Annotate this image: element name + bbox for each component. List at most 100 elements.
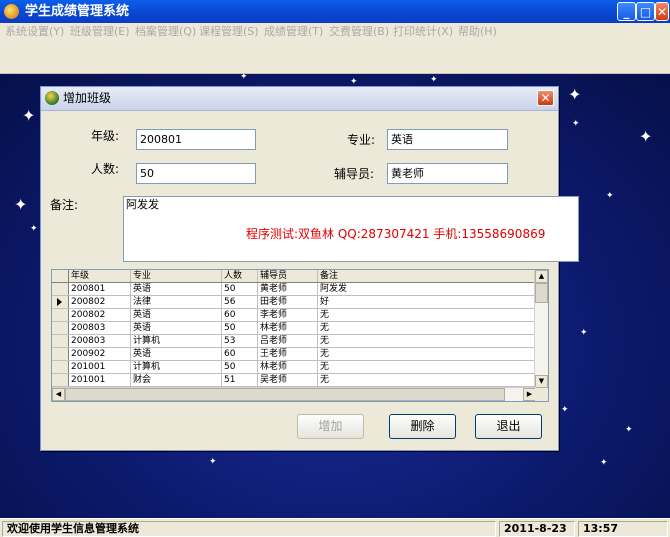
menu-help[interactable]: 帮助(H) [458, 24, 497, 40]
major-label: 专业: [347, 133, 376, 147]
menu-fee-management[interactable]: 交费管理(B) [329, 24, 389, 40]
star-icon: ✦ [625, 425, 633, 435]
status-date: 2011-8-23 [499, 521, 575, 537]
cell-major: 英语 [131, 309, 222, 321]
table-row[interactable]: 201001 财会 51 吴老师 无 [52, 374, 536, 387]
row-indicator [52, 374, 69, 386]
cell-grade: 200802 [69, 309, 131, 321]
cell-grade: 200803 [69, 322, 131, 334]
star-icon: ✦ [572, 119, 580, 129]
star-icon: ✦ [639, 127, 653, 146]
cell-count: 50 [222, 322, 258, 334]
cell-tutor: 王老师 [258, 348, 318, 360]
cell-major: 计算机 [131, 361, 222, 373]
add-button[interactable]: 增加 [297, 414, 364, 439]
tutor-field[interactable]: 黄老师 [387, 163, 508, 184]
scroll-up-icon[interactable]: ▲ [535, 270, 548, 283]
cell-note: 无 [320, 336, 330, 346]
grid-vertical-scrollbar[interactable]: ▲ ▼ [534, 270, 548, 388]
cell-note: 无 [320, 362, 330, 372]
table-row[interactable]: 200902 英语 60 王老师 无 [52, 348, 536, 361]
cell-tutor: 吕老师 [258, 335, 318, 347]
row-indicator [52, 335, 69, 347]
note-textarea[interactable]: 阿发发 程序测试:双鱼林 QQ:287307421 手机:13558690869 [123, 196, 579, 262]
status-time: 13:57 [578, 521, 668, 537]
cell-grade: 200803 [69, 335, 131, 347]
program-test-note: 程序测试:双鱼林 QQ:287307421 手机:13558690869 [246, 227, 546, 241]
scroll-left-icon[interactable]: ◀ [52, 388, 65, 401]
column-header-count[interactable]: 人数 [222, 270, 258, 282]
maximize-button[interactable]: □ [636, 2, 655, 21]
scrollbar-corner [535, 388, 548, 401]
cell-count: 60 [222, 348, 258, 360]
table-row[interactable]: 200802 英语 60 李老师 无 [52, 309, 536, 322]
cell-grade: 200801 [69, 283, 131, 295]
row-indicator [52, 270, 69, 282]
scroll-down-icon[interactable]: ▼ [535, 375, 548, 388]
grid-horizontal-scrollbar[interactable]: ◀ ▶ [52, 387, 536, 401]
star-icon: ✦ [606, 191, 614, 201]
grade-label: 年级: [91, 129, 120, 143]
cell-grade: 200802 [69, 296, 131, 308]
vertical-scroll-thumb[interactable] [535, 283, 548, 303]
cell-grade: 200902 [69, 348, 131, 360]
cell-major: 英语 [131, 348, 222, 360]
table-row[interactable]: 200802 法律 56 田老师 好 [52, 296, 536, 309]
cell-count: 60 [222, 309, 258, 321]
dialog-title: 增加班级 [63, 91, 112, 105]
close-button[interactable]: ✕ [655, 2, 669, 21]
menu-archive-management[interactable]: 档案管理(Q) [135, 24, 196, 40]
cell-count: 53 [222, 335, 258, 347]
star-icon: ✦ [561, 405, 569, 415]
cell-tutor: 李老师 [258, 309, 318, 321]
add-class-dialog: 增加班级 ✕ 年级: 200801 专业: 英语 人数: 50 辅导员: 黄老师… [40, 86, 579, 451]
cell-major: 计算机 [131, 335, 222, 347]
menu-system-settings[interactable]: 系统设置(Y) [5, 24, 64, 40]
cell-major: 英语 [131, 283, 222, 295]
class-grid[interactable]: 年级 专业 人数 辅导员 备注 200801 英语 50 黄老师 阿发发 200… [51, 269, 549, 402]
dialog-close-button[interactable]: ✕ [537, 90, 554, 106]
star-icon: ✦ [14, 195, 28, 214]
dialog-icon [45, 91, 59, 105]
row-indicator [52, 348, 69, 360]
table-row[interactable]: 200803 计算机 53 吕老师 无 [52, 335, 536, 348]
table-row[interactable]: 200801 英语 50 黄老师 阿发发 [52, 283, 536, 296]
menu-bar: 系统设置(Y) 班级管理(E) 档案管理(Q) 课程管理(S) 成绩管理(T) … [0, 23, 670, 41]
major-field[interactable]: 英语 [387, 129, 508, 150]
cell-grade: 201001 [69, 374, 131, 386]
cell-note: 阿发发 [320, 284, 348, 294]
cell-count: 51 [222, 374, 258, 386]
row-indicator [52, 322, 69, 334]
column-header-tutor[interactable]: 辅导员 [258, 270, 318, 282]
cell-tutor: 林老师 [258, 322, 318, 334]
row-indicator [52, 361, 69, 373]
cell-count: 56 [222, 296, 258, 308]
star-icon: ✦ [22, 106, 36, 125]
exit-button[interactable]: 退出 [475, 414, 542, 439]
table-row[interactable]: 200803 英语 50 林老师 无 [52, 322, 536, 335]
grade-field[interactable]: 200801 [136, 129, 256, 150]
star-icon: ✦ [568, 85, 582, 104]
tutor-label: 辅导员: [334, 167, 375, 181]
title-bar: 学生成绩管理系统 _ □ ✕ [0, 0, 670, 23]
star-icon: ✦ [600, 458, 608, 468]
star-icon: ✦ [430, 75, 438, 85]
note-label: 备注: [50, 198, 79, 212]
status-bar: 欢迎使用学生信息管理系统 2011-8-23 13:57 [0, 518, 670, 537]
delete-button[interactable]: 删除 [389, 414, 456, 439]
cell-grade: 201001 [69, 361, 131, 373]
cell-note: 无 [320, 375, 330, 385]
menu-course-management[interactable]: 课程管理(S) [199, 24, 259, 40]
horizontal-scroll-thumb[interactable] [65, 388, 505, 401]
menu-print-statistics[interactable]: 打印统计(X) [393, 24, 453, 40]
table-row[interactable]: 201001 计算机 50 林老师 无 [52, 361, 536, 374]
column-header-major[interactable]: 专业 [131, 270, 222, 282]
minimize-button[interactable]: _ [617, 2, 636, 21]
column-header-note[interactable]: 备注 [318, 270, 536, 282]
count-field[interactable]: 50 [136, 163, 256, 184]
cell-note: 无 [320, 349, 330, 359]
cell-major: 英语 [131, 322, 222, 334]
menu-score-management[interactable]: 成绩管理(T) [264, 24, 323, 40]
column-header-grade[interactable]: 年级 [69, 270, 131, 282]
menu-class-management[interactable]: 班级管理(E) [70, 24, 130, 40]
